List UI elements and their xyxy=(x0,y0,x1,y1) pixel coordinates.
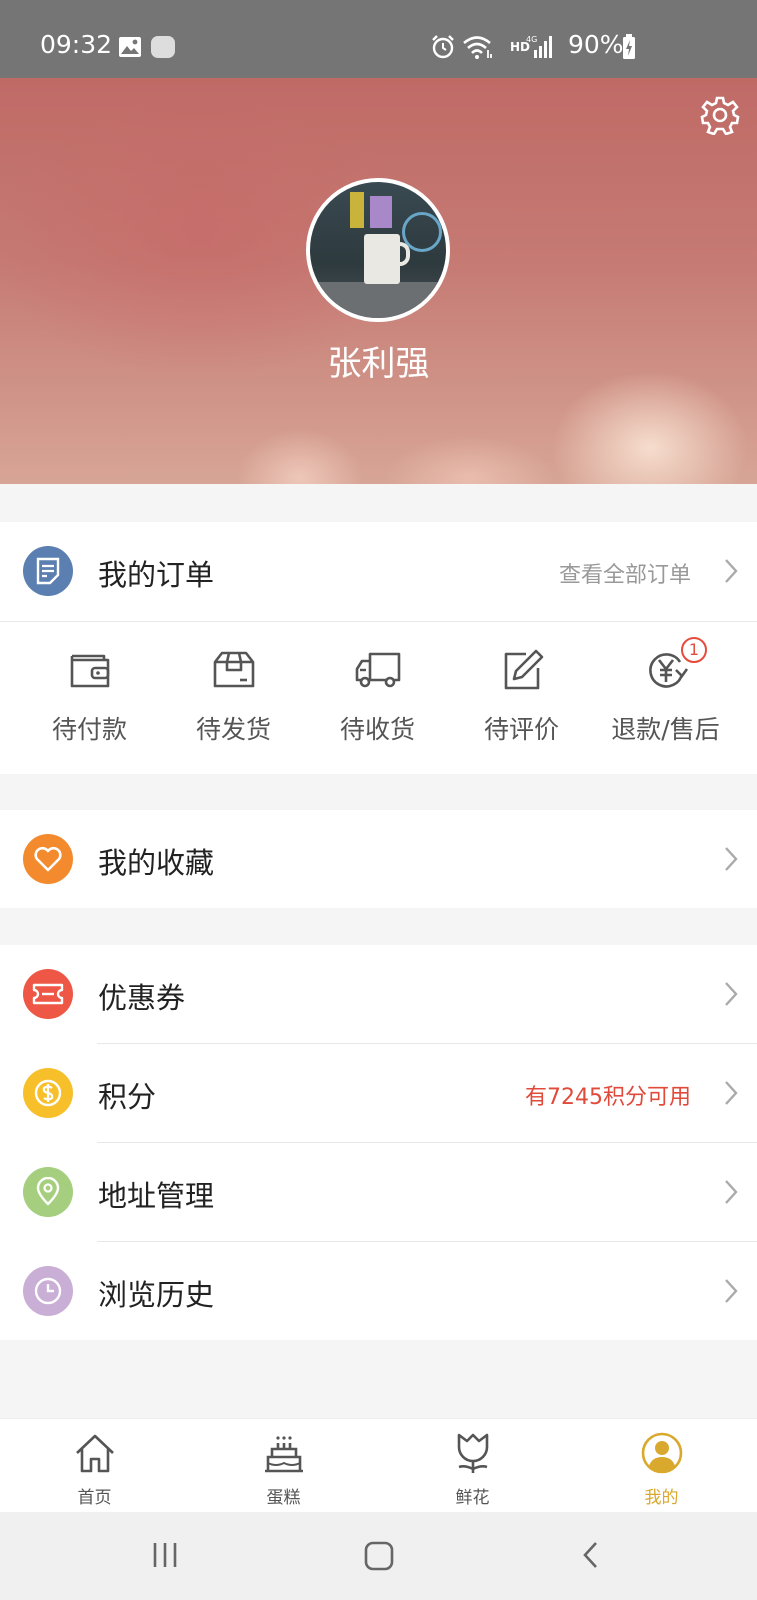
flower-icon xyxy=(457,1433,488,1473)
system-nav-bar xyxy=(0,1512,757,1600)
view-all-orders-link[interactable]: 查看全部订单 xyxy=(559,557,691,589)
address-label: 地址管理 xyxy=(98,1179,215,1213)
home-icon xyxy=(75,1434,114,1473)
chevron-right-icon xyxy=(725,847,738,871)
points-available: 有7245积分可用 xyxy=(525,1085,691,1110)
order-item-label: 待评价 xyxy=(483,715,559,744)
coupons-label: 优惠券 xyxy=(98,981,186,1015)
orders-card: 我的订单 查看全部订单 待付款 待发货 待收货 待评价 退款/售后 xyxy=(0,522,757,774)
bottom-nav: 首页 蛋糕 鲜花 我的 xyxy=(0,1418,757,1512)
chevron-right-icon xyxy=(725,982,738,1006)
my-favorites-row[interactable]: 我的收藏 xyxy=(0,810,757,908)
location-icon xyxy=(23,1167,73,1217)
battery-level: 90% xyxy=(568,30,624,59)
edit-icon xyxy=(504,649,543,690)
chevron-right-icon xyxy=(725,1081,738,1105)
history-label: 浏览历史 xyxy=(98,1278,215,1312)
nav-label: 我的 xyxy=(644,1488,679,1508)
chevron-right-icon xyxy=(725,1180,738,1204)
wallet-icon xyxy=(70,654,109,688)
clock-icon xyxy=(23,1266,73,1316)
nav-flowers[interactable]: 鲜花 xyxy=(378,1419,567,1513)
wifi-icon xyxy=(463,36,492,59)
order-pending-payment[interactable]: 待付款 xyxy=(17,622,162,772)
status-time: 09:32 xyxy=(40,30,113,59)
order-item-label: 退款/售后 xyxy=(611,715,720,744)
package-icon xyxy=(213,651,254,688)
nav-label: 首页 xyxy=(77,1488,112,1508)
points-row[interactable]: 积分 有7245积分可用 xyxy=(0,1044,757,1142)
refund-badge: 1 xyxy=(681,637,707,663)
recent-apps-icon[interactable] xyxy=(150,1540,180,1570)
order-status-bar: 待付款 待发货 待收货 待评价 退款/售后 xyxy=(0,622,757,772)
image-icon xyxy=(119,37,141,57)
order-item-label: 待收货 xyxy=(339,715,415,744)
menu-card: 优惠券 积分 有7245积分可用 地址管理 浏览历史 xyxy=(0,945,757,1340)
order-refund[interactable]: 退款/售后 xyxy=(593,622,738,772)
favorites-card: 我的收藏 xyxy=(0,810,757,908)
nav-label: 蛋糕 xyxy=(266,1488,301,1508)
coin-icon xyxy=(23,1068,73,1118)
truck-icon xyxy=(355,652,400,688)
nav-profile[interactable]: 我的 xyxy=(567,1419,756,1513)
signal-icon: 4G xyxy=(526,35,552,58)
back-icon[interactable] xyxy=(576,1540,606,1570)
svg-text:4G: 4G xyxy=(526,35,537,44)
status-bar: 09:32 HD 4G 90% xyxy=(0,0,757,78)
heart-icon xyxy=(23,834,73,884)
order-pending-receipt[interactable]: 待收货 xyxy=(305,622,450,772)
coupons-row[interactable]: 优惠券 xyxy=(0,945,757,1043)
profile-header: 张利强 xyxy=(0,78,757,484)
my-orders-row[interactable]: 我的订单 查看全部订单 xyxy=(0,522,757,620)
battery-icon xyxy=(623,34,635,59)
home-button-icon[interactable] xyxy=(363,1540,395,1572)
nav-home[interactable]: 首页 xyxy=(0,1419,189,1513)
my-favorites-label: 我的收藏 xyxy=(98,846,215,880)
alarm-icon xyxy=(432,35,454,59)
profile-icon xyxy=(641,1432,682,1474)
points-label: 积分 xyxy=(98,1080,157,1114)
coupon-icon xyxy=(23,969,73,1019)
orders-icon xyxy=(23,546,73,596)
order-pending-shipment[interactable]: 待发货 xyxy=(161,622,306,772)
address-row[interactable]: 地址管理 xyxy=(0,1143,757,1241)
my-orders-label: 我的订单 xyxy=(98,558,215,592)
cake-icon xyxy=(264,1436,303,1473)
order-pending-review[interactable]: 待评价 xyxy=(449,622,594,772)
order-item-label: 待付款 xyxy=(51,715,127,744)
chevron-right-icon xyxy=(725,559,738,583)
username: 张利强 xyxy=(327,344,430,384)
chevron-right-icon xyxy=(725,1279,738,1303)
gear-icon[interactable] xyxy=(700,95,740,135)
order-item-label: 待发货 xyxy=(195,715,271,744)
nav-cake[interactable]: 蛋糕 xyxy=(189,1419,378,1513)
dex-icon xyxy=(151,36,175,58)
avatar[interactable] xyxy=(306,178,450,322)
history-row[interactable]: 浏览历史 xyxy=(0,1242,757,1340)
nav-label: 鲜花 xyxy=(455,1488,490,1508)
